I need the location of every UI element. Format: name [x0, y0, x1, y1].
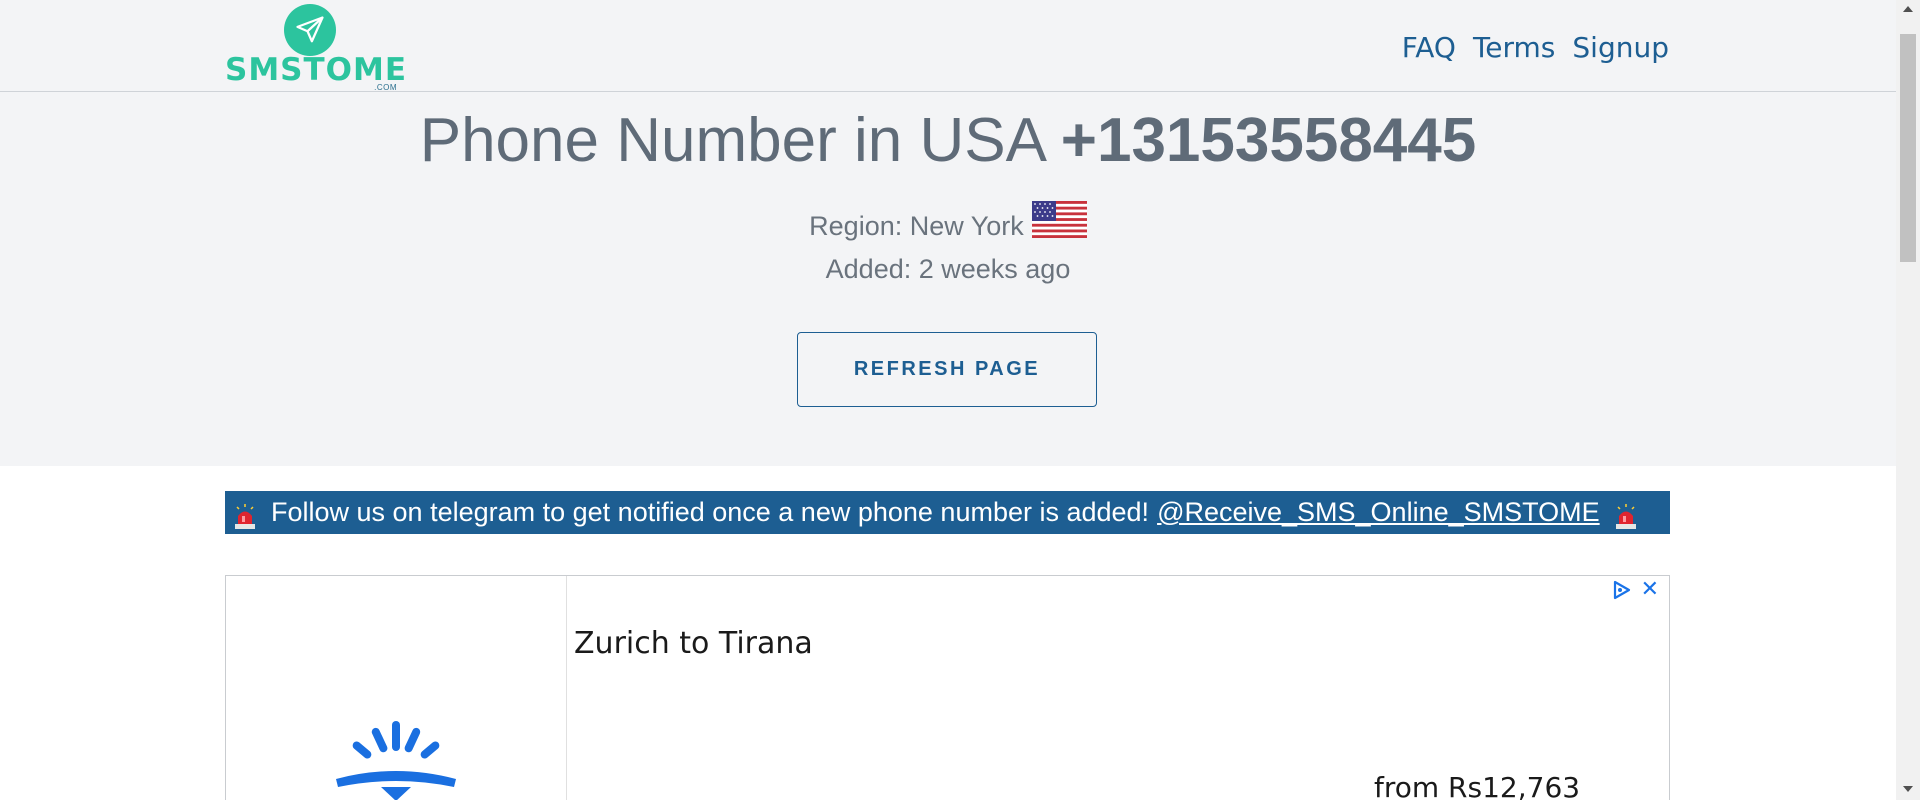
siren-icon	[233, 500, 257, 529]
nav-link-signup[interactable]: Signup	[1572, 31, 1669, 65]
page-title: Phone Number in USA +13153558445	[0, 100, 1896, 182]
nav-link-terms[interactable]: Terms	[1473, 31, 1555, 65]
ad-image-panel[interactable]	[226, 576, 567, 800]
telegram-channel-link[interactable]: @Receive_SMS_Online_SMSTOME	[1157, 491, 1600, 534]
vertical-scrollbar[interactable]	[1896, 0, 1920, 800]
logo-subtext: .COM	[374, 83, 397, 92]
scrollbar-thumb[interactable]	[1900, 34, 1916, 262]
page: SMSTOME .COM FAQ Terms Signup Phone Numb…	[0, 0, 1896, 800]
advertisement[interactable]: Zurich to Tirana from Rs12,763 ✕	[225, 575, 1670, 800]
ad-price[interactable]: from Rs12,763	[1374, 771, 1580, 800]
telegram-banner: Follow us on telegram to get notified on…	[225, 491, 1670, 534]
logo-text: SMSTOME	[225, 52, 408, 88]
paper-plane-icon	[284, 4, 336, 56]
banner-text: Follow us on telegram to get notified on…	[271, 497, 1150, 527]
refresh-page-button[interactable]: REFRESH PAGE	[797, 332, 1097, 407]
scroll-up-arrow-icon[interactable]	[1903, 6, 1913, 12]
added-date: Added: 2 weeks ago	[825, 254, 1071, 284]
region-line: Region: New York	[0, 200, 1896, 249]
nav-link-faq[interactable]: FAQ	[1402, 31, 1456, 65]
main-nav: FAQ Terms Signup	[1402, 31, 1669, 65]
ad-title[interactable]: Zurich to Tirana	[574, 626, 813, 661]
title-prefix: Phone Number in USA	[419, 106, 1044, 175]
site-header: SMSTOME .COM FAQ Terms Signup	[0, 0, 1896, 92]
close-icon[interactable]: ✕	[1641, 578, 1659, 600]
scroll-down-arrow-icon[interactable]	[1903, 786, 1913, 792]
phone-number: +13153558445	[1060, 106, 1477, 175]
us-flag-icon	[1031, 200, 1087, 249]
sunrise-logo-icon	[336, 721, 456, 800]
region-text: Region: New York	[809, 211, 1024, 241]
adchoices-icon[interactable]	[1611, 580, 1633, 605]
hero-section: Phone Number in USA +13153558445 Region:…	[0, 92, 1896, 466]
siren-icon	[1614, 500, 1638, 529]
site-logo[interactable]: SMSTOME .COM	[225, 4, 408, 92]
